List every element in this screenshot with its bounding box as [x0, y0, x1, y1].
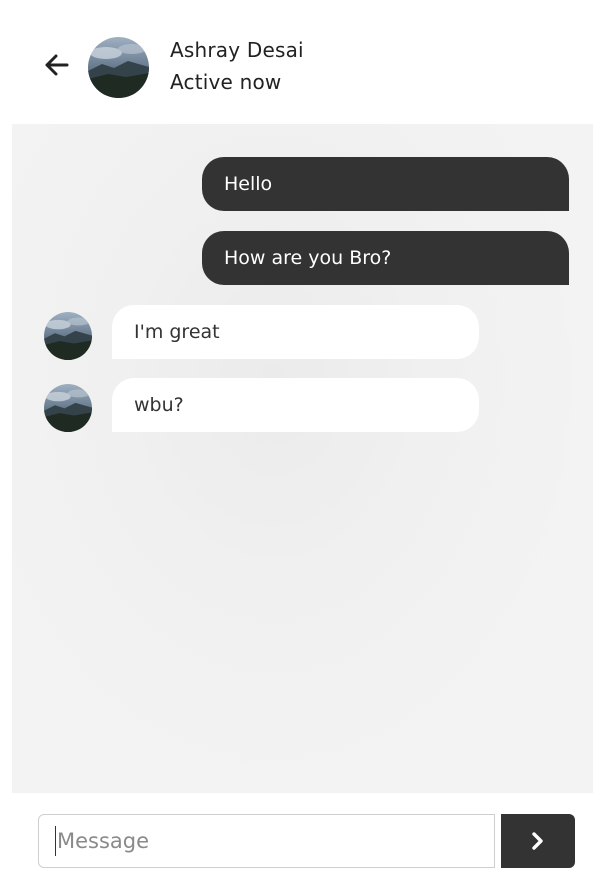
text-caret	[55, 826, 56, 856]
message-composer	[0, 793, 593, 879]
chat-messages-area[interactable]: Hello How are you Bro? I'm great wbu?	[12, 124, 593, 793]
message-text: Hello	[224, 173, 273, 195]
send-button[interactable]	[501, 814, 575, 868]
sender-avatar	[44, 312, 92, 360]
contact-name: Ashray Desai	[170, 38, 304, 62]
chat-app: Ashray Desai Active now Hello How are yo…	[0, 0, 593, 879]
message-input[interactable]	[38, 814, 495, 868]
arrow-left-icon	[45, 54, 69, 76]
sender-avatar	[44, 384, 92, 432]
message-text: How are you Bro?	[224, 247, 392, 269]
message-text: wbu?	[134, 394, 184, 416]
message-outgoing: Hello	[202, 157, 569, 211]
back-button[interactable]	[40, 50, 74, 80]
chat-header: Ashray Desai Active now	[0, 0, 593, 124]
message-incoming: I'm great	[112, 305, 479, 359]
chevron-right-icon	[532, 832, 543, 850]
contact-avatar[interactable]	[88, 37, 149, 98]
contact-status: Active now	[170, 70, 282, 94]
message-text: I'm great	[134, 321, 220, 343]
message-outgoing: How are you Bro?	[202, 231, 569, 285]
message-incoming: wbu?	[112, 378, 479, 432]
